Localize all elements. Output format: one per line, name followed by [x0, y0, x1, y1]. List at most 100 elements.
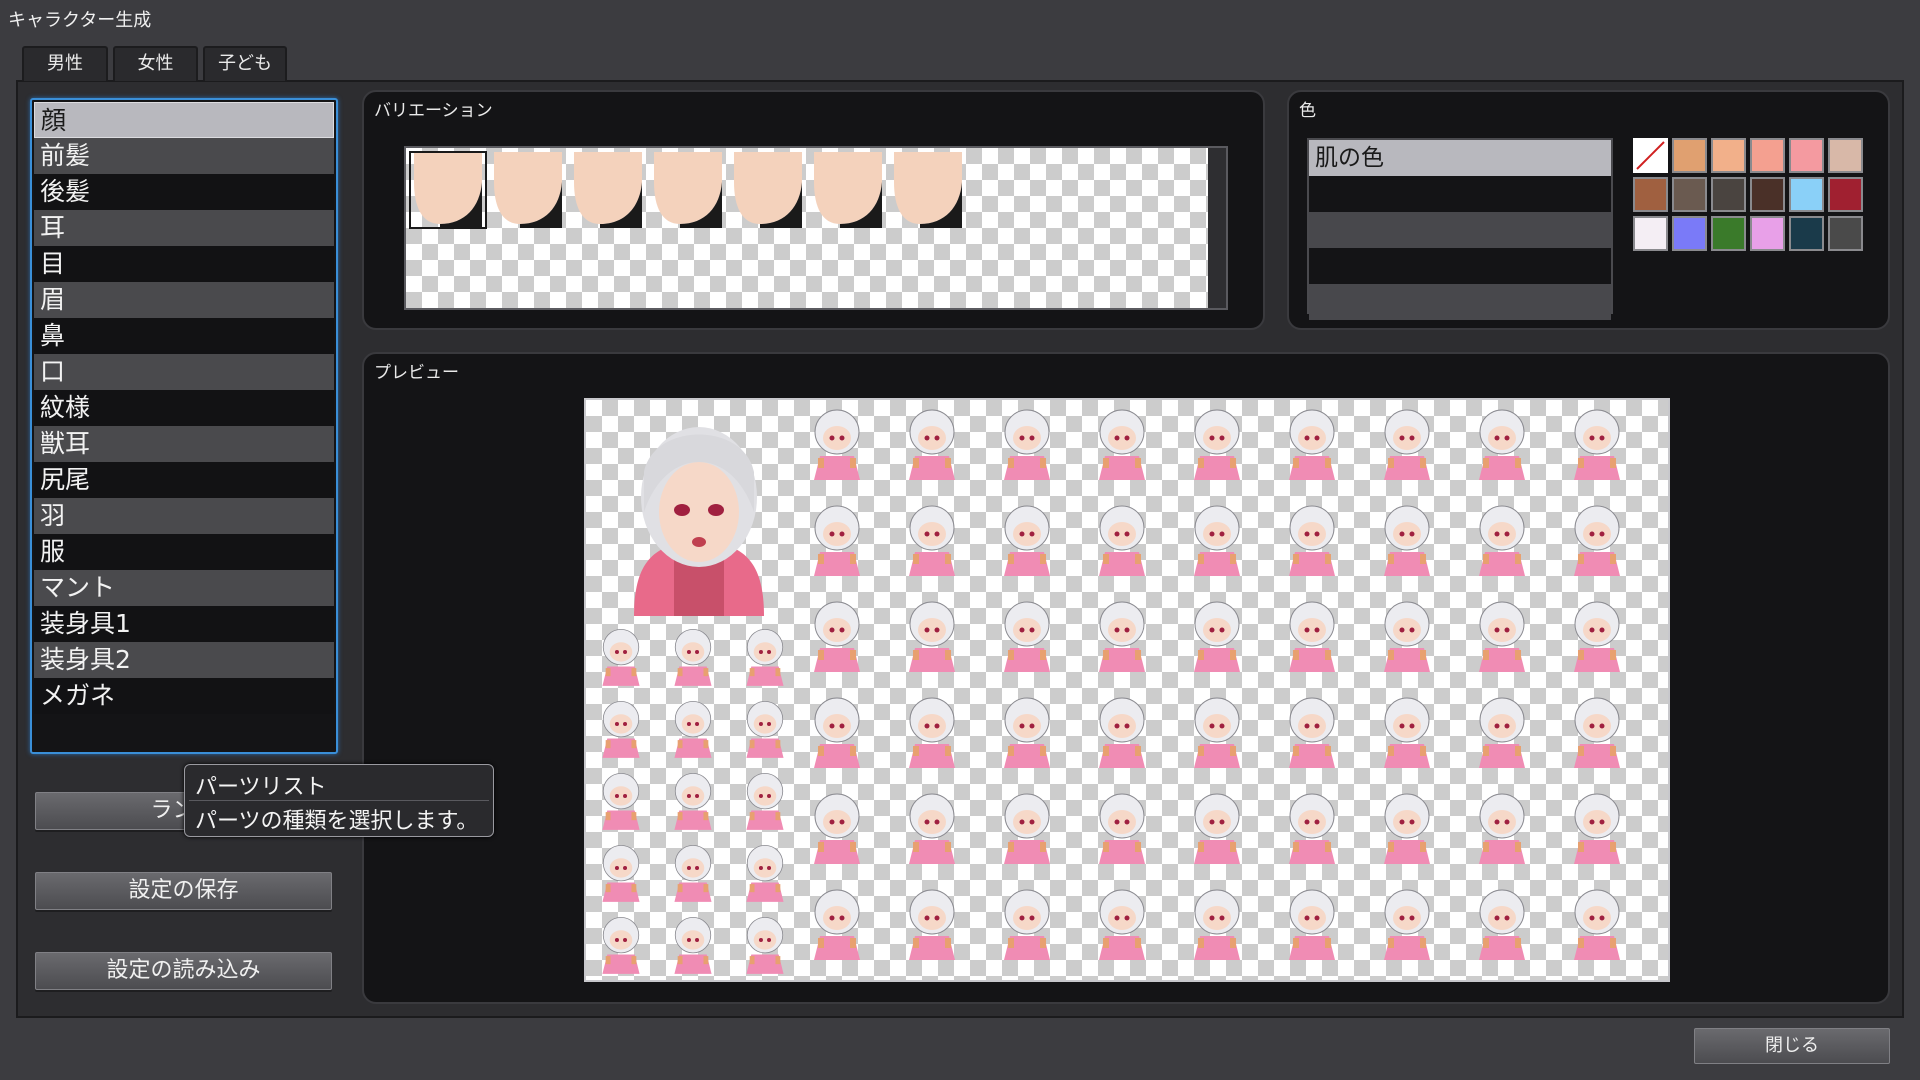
parts-list[interactable]: 顔前髪 後髪耳目眉鼻口紋様 獣耳 尻尾羽服マント 装身具1 装身具2 メガネ: [30, 98, 338, 754]
variation-thumbnail[interactable]: [409, 151, 487, 229]
sprite-icon: [1004, 889, 1050, 960]
color-swatch[interactable]: [1789, 216, 1824, 251]
character-sprite: [1091, 692, 1153, 770]
tab-male[interactable]: 男性: [22, 46, 108, 81]
parts-list-item[interactable]: 服: [34, 534, 334, 570]
color-swatch[interactable]: [1789, 138, 1824, 173]
sprite-icon: [674, 916, 712, 974]
character-sprite: [1186, 596, 1248, 674]
parts-list-item[interactable]: 前髪: [34, 138, 334, 174]
sprite-icon: [1574, 409, 1620, 480]
slash-icon: [1636, 141, 1665, 170]
sprite-icon: [909, 793, 955, 864]
parts-list-item[interactable]: 後髪: [34, 174, 334, 210]
color-swatch[interactable]: [1828, 138, 1863, 173]
variation-thumbnail[interactable]: [570, 152, 646, 228]
parts-list-item[interactable]: 眉: [34, 282, 334, 318]
close-button[interactable]: 閉じる: [1694, 1028, 1890, 1064]
sprite-icon: [674, 628, 712, 686]
no-color-swatch[interactable]: [1633, 138, 1668, 173]
color-swatch[interactable]: [1750, 177, 1785, 212]
color-swatch[interactable]: [1711, 216, 1746, 251]
color-swatch[interactable]: [1633, 216, 1668, 251]
sprite-icon: [602, 772, 640, 830]
parts-list-item[interactable]: 目: [34, 246, 334, 282]
variation-thumbnail[interactable]: [730, 152, 806, 228]
color-swatch[interactable]: [1633, 177, 1668, 212]
sprite-icon: [674, 700, 712, 758]
sprite-icon: [1194, 889, 1240, 960]
character-sprite: [1281, 596, 1343, 674]
sprite-icon: [1004, 601, 1050, 672]
character-sprite: [1566, 692, 1628, 770]
parts-list-item[interactable]: 紋様: [34, 390, 334, 426]
sprite-icon: [1479, 889, 1525, 960]
tab-female[interactable]: 女性: [113, 46, 198, 81]
character-sprite: [1566, 500, 1628, 578]
color-swatch[interactable]: [1711, 177, 1746, 212]
parts-list-item[interactable]: 装身具2: [34, 642, 334, 678]
parts-list-item[interactable]: メガネ: [34, 678, 334, 714]
parts-list-item[interactable]: 口: [34, 354, 334, 390]
sprite-icon: [1194, 697, 1240, 768]
character-sprite: [668, 624, 718, 688]
sprite-icon: [1479, 505, 1525, 576]
sprite-icon: [814, 409, 860, 480]
character-sprite: [740, 912, 790, 976]
sprite-icon: [1099, 601, 1145, 672]
load-settings-button[interactable]: 設定の読み込み: [35, 952, 332, 990]
parts-list-item[interactable]: 獣耳: [34, 426, 334, 462]
character-sprite: [901, 500, 963, 578]
color-swatch[interactable]: [1672, 138, 1707, 173]
character-sprite: [1281, 788, 1343, 866]
color-swatch[interactable]: [1828, 177, 1863, 212]
character-sprite: [901, 404, 963, 482]
sprite-icon: [1384, 697, 1430, 768]
parts-list-item[interactable]: マント: [34, 570, 334, 606]
color-list-item[interactable]: [1309, 212, 1611, 248]
character-sprite: [1566, 404, 1628, 482]
sprite-icon: [1099, 697, 1145, 768]
color-swatch[interactable]: [1789, 177, 1824, 212]
color-swatch[interactable]: [1672, 216, 1707, 251]
character-sprite: [1281, 692, 1343, 770]
parts-list-item[interactable]: 鼻: [34, 318, 334, 354]
sprite-icon: [814, 601, 860, 672]
color-swatch[interactable]: [1711, 138, 1746, 173]
color-list[interactable]: 肌の色: [1307, 138, 1613, 320]
character-sprite: [806, 596, 868, 674]
color-swatch[interactable]: [1828, 216, 1863, 251]
parts-list-item[interactable]: 装身具1: [34, 606, 334, 642]
variation-thumbnail[interactable]: [810, 152, 886, 228]
color-list-item[interactable]: [1309, 284, 1611, 320]
character-sprite: [1471, 596, 1533, 674]
color-swatch[interactable]: [1750, 138, 1785, 173]
parts-list-item[interactable]: 顔: [34, 102, 334, 138]
parts-list-item[interactable]: 羽: [34, 498, 334, 534]
sprite-icon: [1384, 409, 1430, 480]
variation-scrollbar[interactable]: [1208, 148, 1226, 308]
character-sprite: [1471, 500, 1533, 578]
tab-child[interactable]: 子ども: [203, 46, 287, 81]
parts-list-item[interactable]: 尻尾: [34, 462, 334, 498]
character-sprite: [1376, 500, 1438, 578]
save-settings-button[interactable]: 設定の保存: [35, 872, 332, 910]
character-sprite: [596, 768, 646, 832]
sprite-icon: [909, 409, 955, 480]
color-swatch[interactable]: [1672, 177, 1707, 212]
parts-list-item[interactable]: 耳: [34, 210, 334, 246]
color-swatch[interactable]: [1750, 216, 1785, 251]
character-sprite: [740, 768, 790, 832]
sprite-icon: [1574, 793, 1620, 864]
sprite-icon: [1194, 793, 1240, 864]
variation-thumbnail[interactable]: [490, 152, 566, 228]
sprite-icon: [1099, 409, 1145, 480]
variation-thumbnail[interactable]: [890, 152, 966, 228]
color-list-item[interactable]: 肌の色: [1309, 140, 1611, 176]
color-list-item[interactable]: [1309, 248, 1611, 284]
character-sprite: [1566, 788, 1628, 866]
character-sprite: [1186, 500, 1248, 578]
character-sprite: [901, 788, 963, 866]
variation-thumbnail[interactable]: [650, 152, 726, 228]
color-list-item[interactable]: [1309, 176, 1611, 212]
